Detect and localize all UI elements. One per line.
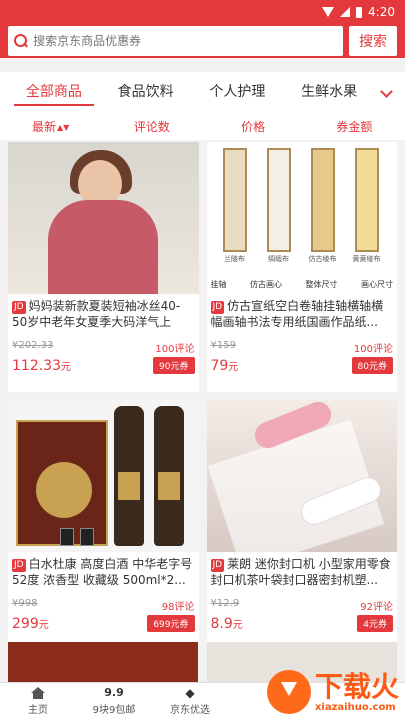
watermark-url: xiazaihuo.com: [314, 701, 396, 713]
tab-fresh-fruit[interactable]: 生鲜水果: [283, 72, 375, 112]
original-price: ¥12.9: [210, 598, 240, 609]
original-price: ¥202.33: [12, 340, 54, 351]
scroll-label: 绸缎布: [268, 255, 289, 263]
chevron-down-icon[interactable]: [375, 85, 397, 99]
comment-count: 100评论: [353, 344, 393, 355]
scroll-caption: 画心尺寸: [361, 280, 393, 289]
product-card[interactable]: JD 白水杜康 高度白酒 中华老字号52度 浓香型 收藏级 500ml*2... …: [8, 400, 199, 650]
comment-count: 92评论: [360, 602, 393, 613]
product-image: [8, 400, 199, 552]
product-grid: JD妈妈装新款夏装短袖冰丝40-50岁中老年女夏季大码洋气上衣... ¥202.…: [8, 142, 397, 650]
search-input[interactable]: [33, 34, 337, 48]
product-image: [206, 400, 397, 552]
sort-comments[interactable]: 评论数: [101, 118, 202, 135]
current-price: 299元: [12, 616, 49, 632]
tab-jd-selected-label: 京东优选: [170, 705, 210, 716]
tab-home[interactable]: 主页: [0, 683, 76, 720]
scroll-caption: 仿古画心: [250, 280, 282, 289]
tab-jd-selected[interactable]: ◆ 京东优选: [152, 683, 228, 720]
current-price: 112.33元: [12, 358, 71, 374]
sort-price[interactable]: 价格: [203, 118, 304, 135]
status-bar: 4:20: [0, 0, 405, 24]
current-price: 79元: [210, 358, 239, 374]
scroll-label: 仿古绫布: [308, 255, 337, 263]
sort-newest-label: 最新: [31, 119, 56, 134]
coupon-badge[interactable]: 4元券: [357, 615, 393, 632]
original-price: ¥159: [210, 340, 236, 351]
status-time: 4:20: [368, 5, 395, 19]
sort-newest[interactable]: 最新▲▼: [0, 118, 101, 135]
coupon-badge[interactable]: 80元券: [351, 357, 393, 374]
battery-icon: [356, 6, 363, 18]
product-title: JD 白水杜康 高度白酒 中华老字号52度 浓香型 收藏级 500ml*2...: [12, 557, 193, 587]
sort-bar: 最新▲▼ 评论数 价格 券金额: [0, 112, 405, 140]
tab-food-drinks[interactable]: 食品饮料: [100, 72, 192, 112]
product-image: 兰陵布 绸缎布 仿古绫布 黄黄绫布 挂轴 仿古画心 整体尺寸 画心尺寸: [206, 142, 397, 294]
sort-arrow-icon: ▲▼: [56, 122, 70, 132]
product-card[interactable]: 兰陵布 绸缎布 仿古绫布 黄黄绫布 挂轴 仿古画心 整体尺寸 画心尺寸 JD 仿古…: [206, 142, 397, 392]
product-title: JD 仿古宣纸空白卷轴挂轴横轴横幅画轴书法专用纸国画作品纸...: [210, 299, 384, 329]
tab-nine-nine-label: 9块9包邮: [92, 705, 136, 716]
product-card[interactable]: JD妈妈装新款夏装短袖冰丝40-50岁中老年女夏季大码洋气上衣... ¥202.…: [8, 142, 199, 392]
search-icon: [14, 34, 28, 48]
signal-icon: [340, 7, 351, 17]
current-price: 8.9元: [210, 616, 243, 632]
tab-personal-care[interactable]: 个人护理: [192, 72, 284, 112]
product-card[interactable]: JD 莱朗 迷你封口机 小型家用零食封口机茶叶袋封口器密封机塑... ¥12.9 …: [206, 400, 397, 650]
original-price: ¥998: [12, 598, 38, 609]
scroll-label: 兰陵布: [224, 255, 245, 263]
tab-nine-nine[interactable]: 9.9 9块9包邮: [76, 683, 152, 720]
jd-badge: JD: [210, 301, 225, 314]
scroll-caption: 挂轴: [210, 280, 227, 289]
coupon-badge[interactable]: 699元券: [147, 615, 195, 632]
jd-badge: JD: [12, 301, 26, 314]
coupon-badge[interactable]: 90元券: [153, 357, 195, 374]
watermark-logo-icon: [266, 670, 311, 714]
scroll-caption: 整体尺寸: [305, 280, 338, 289]
header-bar: 搜索: [0, 24, 405, 58]
search-button[interactable]: 搜索: [349, 26, 397, 56]
product-title: JD 莱朗 迷你封口机 小型家用零食封口机茶叶袋封口器密封机塑...: [210, 557, 391, 587]
home-icon: [31, 687, 45, 699]
category-tabs: 全部商品 食品饮料 个人护理 生鲜水果: [0, 72, 405, 112]
jd-badge: JD: [210, 559, 225, 572]
product-title: JD妈妈装新款夏装短袖冰丝40-50岁中老年女夏季大码洋气上衣...: [12, 299, 181, 329]
jd-badge: JD: [12, 559, 26, 572]
sort-coupon-amount[interactable]: 券金额: [304, 118, 405, 135]
nine-nine-icon: 9.9: [104, 686, 124, 699]
product-card-partial[interactable]: [8, 642, 198, 682]
watermark: 下载火 xiazaihuo.com: [266, 669, 399, 714]
tab-home-label: 主页: [28, 705, 48, 716]
watermark-text: 下载火: [314, 669, 399, 703]
product-image: [8, 142, 199, 294]
bird-icon: ◆: [185, 686, 195, 700]
scroll-label: 黄黄绫布: [352, 255, 381, 263]
comment-count: 98评论: [161, 602, 195, 613]
wifi-icon: [322, 7, 335, 17]
tab-all-products[interactable]: 全部商品: [8, 72, 100, 112]
search-box[interactable]: [8, 26, 343, 56]
comment-count: 100评论: [155, 344, 195, 355]
